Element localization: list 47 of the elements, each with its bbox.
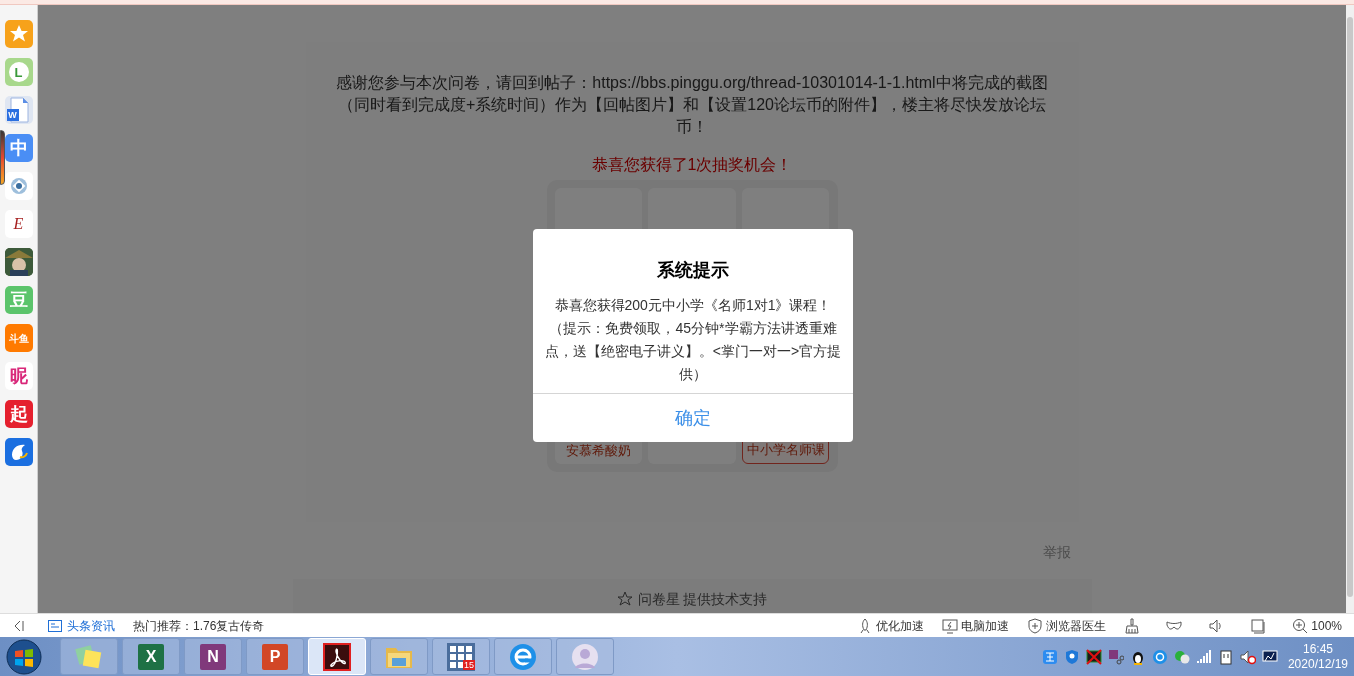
scissors-icon[interactable] bbox=[1107, 648, 1124, 665]
star-icon bbox=[616, 591, 633, 607]
browser-icon[interactable] bbox=[1151, 648, 1168, 665]
side-handle[interactable] bbox=[0, 130, 5, 185]
power-icon[interactable] bbox=[1217, 648, 1234, 665]
dialog-message: 恭喜您获得200元中小学《名师1对1》课程！（提示：免费领取，45分钟*学霸方法讲透重难点，送【绝密电子讲义】。<掌门一对一>官方提供） bbox=[543, 296, 843, 384]
browser-icon bbox=[508, 641, 538, 672]
badge: 15 bbox=[463, 660, 475, 670]
word-letter: W bbox=[6, 109, 19, 121]
footer-text: 问卷星 提供技术支持 bbox=[637, 589, 768, 609]
display-icon[interactable] bbox=[1261, 648, 1278, 665]
chat-icon[interactable] bbox=[1173, 648, 1190, 665]
star-icon bbox=[8, 24, 29, 44]
shield-icon bbox=[1027, 617, 1044, 634]
avatar-icon bbox=[570, 641, 600, 672]
broom-icon[interactable] bbox=[1124, 617, 1141, 634]
monitor-off-icon[interactable] bbox=[1085, 648, 1102, 665]
shield-icon[interactable] bbox=[1063, 648, 1080, 665]
zoom-icon bbox=[1292, 617, 1309, 634]
taskbar-button[interactable]: X bbox=[122, 638, 180, 675]
dialog-title: 系统提示 bbox=[656, 259, 730, 282]
taskbar-button[interactable]: P bbox=[246, 638, 304, 675]
taskbar-button[interactable]: 15 bbox=[432, 638, 490, 675]
zoom-button[interactable]: 100% bbox=[1292, 616, 1342, 635]
window-icon[interactable] bbox=[1250, 617, 1267, 634]
grid-icon bbox=[447, 642, 475, 671]
target-icon bbox=[8, 176, 29, 196]
taskbar-button[interactable]: N bbox=[184, 638, 242, 675]
prize-notice: 恭喜您获得了1次抽奖机会！ bbox=[591, 155, 793, 175]
news-icon bbox=[48, 619, 62, 632]
ime-icon[interactable] bbox=[1041, 648, 1058, 665]
news-link[interactable]: 头条资讯 bbox=[48, 616, 115, 635]
clock-icon bbox=[7, 61, 30, 83]
survey-message: 感谢您参与本次问卷，请回到帖子：https://bbs.pinggu.org/thread-10301014-1-1.html中将完成的截图（同时看到完成度+系统时间）作为【回帖图片】和【设置120论坛币的附件】，楼主将尽快发放论坛币！ bbox=[335, 73, 1049, 137]
start-button[interactable] bbox=[6, 638, 42, 675]
clock-letter: L bbox=[14, 65, 23, 79]
clock[interactable]: 16:45 2020/12/19 bbox=[1287, 641, 1348, 672]
monitor-icon bbox=[942, 617, 959, 634]
mute-icon[interactable] bbox=[1239, 648, 1256, 665]
toolbar-button[interactable]: 浏览器医生 bbox=[1027, 616, 1107, 635]
scrollbar[interactable] bbox=[1346, 5, 1354, 613]
acrobat-icon bbox=[322, 641, 352, 672]
toolbar-button[interactable]: 优化加速 bbox=[857, 616, 925, 635]
confirm-button[interactable]: 确定 bbox=[533, 393, 853, 442]
hot-link[interactable]: 热门推荐：1.76复古传奇 bbox=[133, 616, 265, 635]
toolbar-button[interactable]: 电脑加速 bbox=[942, 616, 1010, 635]
signal-icon[interactable] bbox=[1195, 648, 1212, 665]
